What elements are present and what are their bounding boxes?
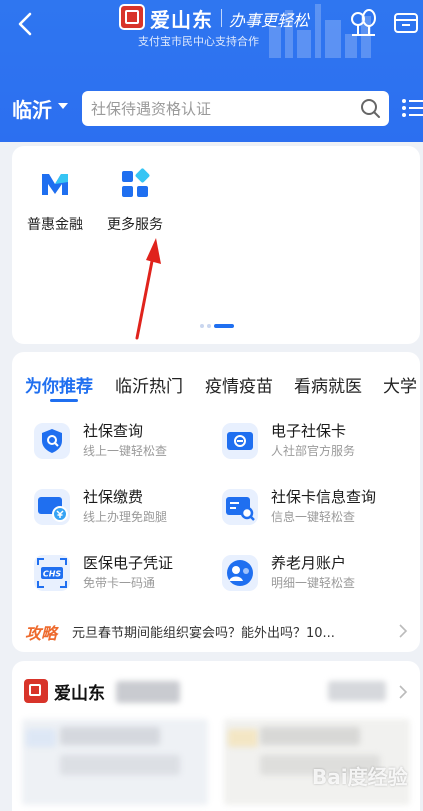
blurred-content: [116, 681, 180, 703]
search-icon[interactable]: [360, 98, 381, 119]
service-subtitle: 线上办理免跑腿: [83, 510, 168, 524]
aishandong-logo: [119, 4, 145, 30]
grid-apps-icon: [122, 168, 150, 197]
tip-label: 攻略: [25, 624, 58, 643]
blurred-content: [260, 727, 360, 745]
service-puhui-finance[interactable]: 普惠金融: [15, 168, 95, 234]
service-item-social-card-info[interactable]: 社保卡信息查询 信息一键轻松查: [221, 486, 411, 530]
menu-icon[interactable]: [401, 98, 423, 118]
social-card-icon: [222, 423, 258, 459]
blurred-content: [228, 729, 258, 747]
chevron-right-icon[interactable]: [398, 624, 408, 638]
card-search-icon: [222, 489, 258, 525]
service-subtitle: 线上一键轻松查: [83, 444, 168, 458]
service-subtitle: 人社部官方服务: [271, 444, 356, 458]
service-subtitle: 信息一键轻松查: [271, 510, 356, 524]
chs-icon: CHS: [34, 555, 70, 591]
card-wallet-icon[interactable]: [393, 12, 419, 34]
tab-university[interactable]: 大学: [383, 372, 417, 397]
service-item-social-security-payment[interactable]: 社保缴费 线上办理免跑腿: [33, 486, 223, 530]
aishandong-section-card: 爱山东 Bai度经验: [12, 661, 420, 811]
app-header: 爱山东 办事更轻松 支付宝市民中心支持合作 临沂: [0, 0, 423, 142]
quick-services-card: 普惠金融 更多服务: [12, 146, 420, 344]
tab-active-indicator: [50, 399, 78, 402]
section-title: 爱山东: [54, 684, 105, 704]
search-input[interactable]: [82, 91, 352, 126]
aishandong-logo-small: [24, 679, 48, 703]
blurred-content: [26, 729, 56, 747]
service-item-medical-e-voucher[interactable]: CHS 医保电子凭证 免带卡一码通: [33, 552, 223, 596]
tree-icon[interactable]: [349, 8, 377, 38]
recommend-card: 为你推荐 临沂热门 疫情疫苗 看病就医 大学 社保查询 线上一键轻松查 电子社保…: [12, 352, 420, 652]
brand-name: 爱山东: [150, 8, 213, 32]
service-label: 普惠金融: [27, 217, 83, 233]
chevron-right-icon[interactable]: [398, 685, 408, 699]
tab-medical[interactable]: 看病就医: [294, 372, 362, 397]
search-bar[interactable]: [82, 91, 389, 126]
service-title: 医保电子凭证: [83, 554, 174, 572]
back-icon[interactable]: [12, 10, 40, 38]
svg-text:CHS: CHS: [43, 570, 62, 579]
blurred-content: [60, 727, 160, 745]
tip-link[interactable]: 元旦春节期间能组织宴会吗？能外出吗？10...: [72, 622, 335, 641]
elder-icon: [222, 555, 258, 591]
tab-epidemic-vaccine[interactable]: 疫情疫苗: [205, 372, 273, 397]
caret-down-icon[interactable]: [58, 103, 68, 109]
blurred-content: [328, 681, 386, 701]
blurred-content: [60, 755, 180, 775]
service-title: 社保查询: [83, 422, 144, 440]
service-item-social-security-query[interactable]: 社保查询 线上一键轻松查: [33, 420, 223, 464]
service-subtitle: 免带卡一码通: [83, 576, 156, 590]
service-title: 社保卡信息查询: [271, 488, 377, 506]
service-title: 社保缴费: [83, 488, 144, 506]
city-selector[interactable]: 临沂: [12, 94, 52, 123]
shield-icon: [34, 423, 70, 459]
service-more[interactable]: 更多服务: [95, 168, 175, 234]
service-item-e-social-card[interactable]: 电子社保卡 人社部官方服务: [221, 420, 411, 464]
service-title: 电子社保卡: [271, 422, 347, 440]
divider: [221, 9, 222, 27]
payment-card-icon: [34, 489, 70, 525]
service-label: 更多服务: [107, 217, 163, 233]
red-arrow-annotation: [135, 238, 161, 340]
service-subtitle: 明细一键轻松查: [271, 576, 356, 590]
m-logo-icon: [42, 174, 68, 195]
service-title: 养老月账户: [271, 554, 347, 572]
header-subtitle: 支付宝市民中心支持合作: [138, 35, 259, 48]
watermark: Bai度经验: [312, 765, 408, 789]
tab-linyi-hot[interactable]: 临沂热门: [115, 372, 183, 397]
tab-recommend[interactable]: 为你推荐: [25, 372, 93, 397]
service-item-pension-account[interactable]: 养老月账户 明细一键轻松查: [221, 552, 411, 596]
brand-slogan: 办事更轻松: [229, 11, 310, 30]
